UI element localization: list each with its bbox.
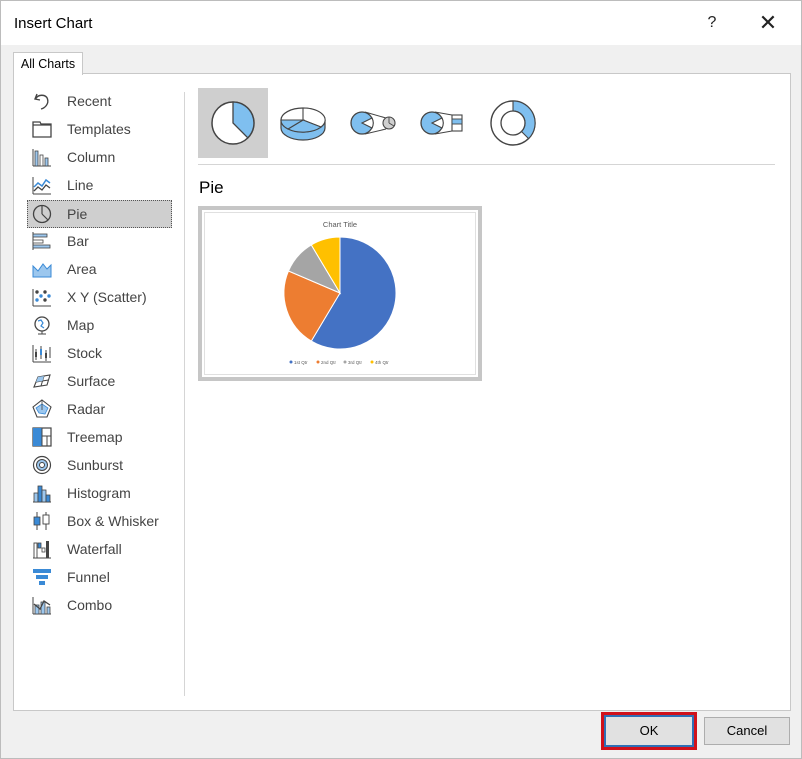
combo-chart-icon	[32, 595, 52, 615]
category-label: Combo	[67, 597, 113, 613]
title-bar: Insert Chart ? ✕	[1, 1, 801, 45]
radar-chart-icon	[32, 399, 52, 419]
line-chart-icon	[32, 175, 52, 195]
help-button[interactable]: ?	[699, 9, 725, 37]
legend-label: 2nd Qtr	[321, 360, 337, 365]
category-sunburst[interactable]: Sunburst	[28, 452, 171, 478]
category-funnel[interactable]: Funnel	[28, 564, 171, 590]
pie-subtype-icon	[211, 101, 255, 145]
legend-swatch	[370, 360, 374, 364]
category-radar[interactable]: Radar	[28, 396, 171, 422]
category-label: Sunburst	[67, 457, 124, 473]
pie-chart-preview: Chart Title 1st Qtr 2nd Qtr 3rd Qtr 4th Qtr	[283, 220, 397, 365]
category-label: Column	[67, 149, 116, 165]
category-label: Radar	[67, 401, 106, 417]
histogram-chart-icon	[32, 483, 52, 503]
subtype-pie[interactable]	[198, 88, 268, 158]
undo-icon	[32, 91, 52, 111]
3d-pie-subtype-icon	[280, 107, 326, 141]
category-label: Map	[67, 317, 95, 333]
sunburst-chart-icon	[32, 455, 52, 475]
chart-preview[interactable]: Chart Title 1st Qtr 2nd Qtr 3rd Qtr 4th Qtr	[198, 206, 482, 381]
legend-swatch	[316, 360, 320, 364]
map-chart-icon	[32, 315, 52, 335]
gallery-divider	[198, 164, 775, 165]
chart-title: Chart Title	[323, 220, 357, 229]
category-stock[interactable]: Stock	[28, 340, 171, 366]
ok-button[interactable]: OK	[601, 712, 697, 750]
category-label: Pie	[67, 206, 88, 222]
legend-label: 4th Qtr	[375, 360, 389, 365]
category-label: Recent	[67, 93, 112, 109]
category-bar[interactable]: Bar	[28, 228, 171, 254]
category-label: Line	[67, 177, 94, 193]
bar-chart-icon	[32, 231, 52, 251]
category-column[interactable]: Column	[28, 144, 171, 170]
category-label: Histogram	[67, 485, 131, 501]
sidebar-divider	[184, 92, 185, 696]
pie-of-pie-subtype-icon	[350, 111, 396, 135]
category-label: Treemap	[67, 429, 123, 445]
area-chart-icon	[32, 259, 52, 279]
tab-all-charts[interactable]: All Charts	[13, 52, 83, 75]
category-xy-scatter[interactable]: X Y (Scatter)	[28, 284, 171, 310]
legend-label: 1st Qtr	[294, 360, 308, 365]
subtype-pie-of-pie[interactable]	[338, 88, 408, 158]
box-whisker-chart-icon	[32, 511, 52, 531]
category-label: Surface	[67, 373, 116, 389]
bar-of-pie-subtype-icon	[420, 111, 463, 135]
column-chart-icon	[32, 147, 52, 167]
category-area[interactable]: Area	[28, 256, 171, 282]
chart-preview-area: Chart Title 1st Qtr 2nd Qtr 3rd Qtr 4th Qtr	[204, 212, 476, 375]
category-histogram[interactable]: Histogram	[28, 480, 171, 506]
stock-chart-icon	[32, 343, 52, 363]
category-label: Waterfall	[67, 541, 122, 557]
dialog-title: Insert Chart	[14, 15, 93, 32]
category-line[interactable]: Line	[28, 172, 171, 198]
category-label: X Y (Scatter)	[67, 289, 147, 305]
cancel-button[interactable]: Cancel	[704, 717, 790, 745]
scatter-chart-icon	[32, 287, 52, 307]
category-label: Bar	[67, 233, 89, 249]
category-label: Templates	[67, 121, 131, 137]
subtype-bar-of-pie[interactable]	[408, 88, 478, 158]
waterfall-chart-icon	[32, 539, 52, 559]
category-pie[interactable]: Pie	[27, 200, 172, 228]
category-label: Funnel	[67, 569, 110, 585]
category-templates[interactable]: Templates	[28, 116, 171, 142]
subtype-3d-pie[interactable]	[268, 88, 338, 158]
surface-chart-icon	[32, 371, 52, 391]
category-recent[interactable]: Recent	[28, 88, 171, 114]
category-waterfall[interactable]: Waterfall	[28, 536, 171, 562]
category-box-whisker[interactable]: Box & Whisker	[28, 508, 171, 534]
treemap-chart-icon	[32, 427, 52, 447]
folder-icon	[32, 119, 52, 139]
pie-chart-icon	[32, 204, 52, 224]
insert-chart-dialog: Insert Chart ? ✕ All Charts Recent Templ…	[0, 0, 802, 759]
selected-chart-name: Pie	[199, 178, 224, 197]
category-label: Box & Whisker	[67, 513, 159, 529]
legend-label: 3rd Qtr	[348, 360, 363, 365]
chart-subtype-gallery	[198, 88, 778, 158]
category-label: Stock	[67, 345, 103, 361]
legend-swatch	[289, 360, 293, 364]
subtype-doughnut[interactable]	[478, 88, 548, 158]
close-button[interactable]: ✕	[753, 9, 783, 37]
funnel-chart-icon	[32, 567, 52, 587]
category-surface[interactable]: Surface	[28, 368, 171, 394]
chart-panel: Recent Templates Column Line Pie Bar Are…	[13, 73, 791, 711]
category-combo[interactable]: Combo	[28, 592, 171, 618]
category-label: Area	[67, 261, 97, 277]
legend-swatch	[343, 360, 347, 364]
category-map[interactable]: Map	[28, 312, 171, 338]
category-treemap[interactable]: Treemap	[28, 424, 171, 450]
doughnut-subtype-icon	[490, 100, 536, 146]
